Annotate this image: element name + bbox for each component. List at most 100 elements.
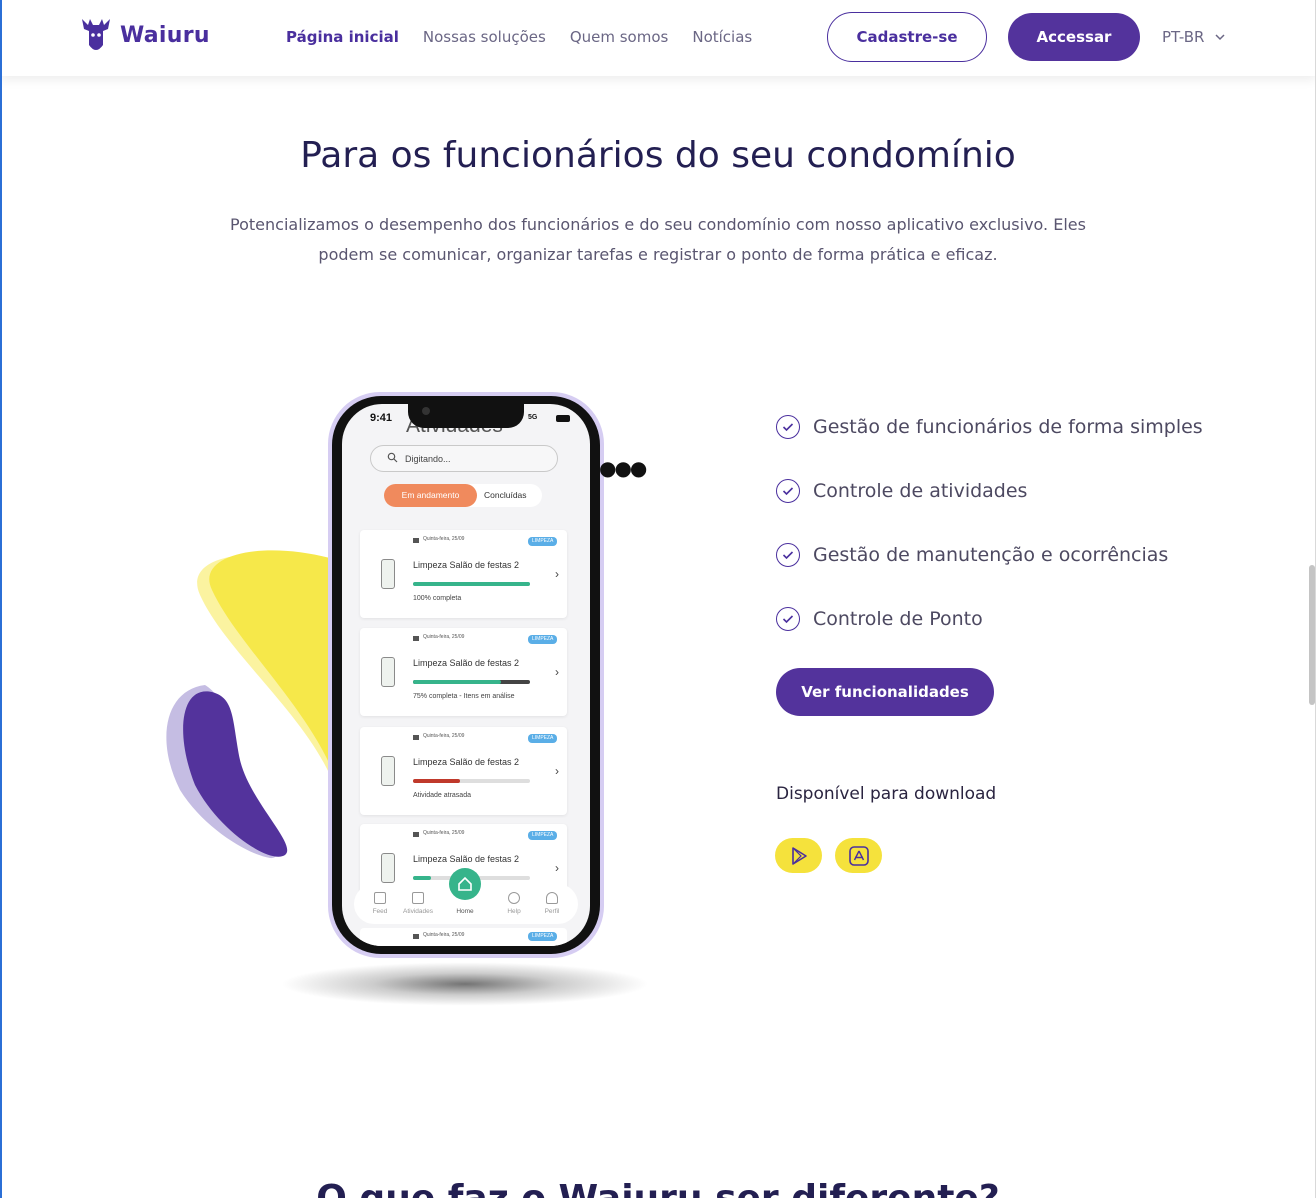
calendar-icon	[413, 735, 419, 740]
chevron-right-icon: ›	[555, 665, 559, 679]
feature-text: Gestão de funcionários de forma simples	[813, 416, 1203, 438]
feature-list: Gestão de funcionários de forma simples …	[776, 412, 1203, 668]
activity-card-peek: Quinta-feira, 25/09 LIMPEZA	[360, 928, 567, 946]
app-store-icon	[848, 845, 869, 866]
feature-text: Gestão de manutenção e ocorrências	[813, 544, 1169, 566]
status-time: 9:41	[370, 412, 393, 424]
card-title: Limpeza Salão de festas 2	[413, 658, 520, 668]
main-nav: Página inicial Nossas soluções Quem somo…	[286, 28, 752, 46]
check-circle-icon	[776, 415, 800, 439]
login-button[interactable]: Accessar	[1008, 13, 1140, 61]
left-edge-line	[0, 0, 2, 1198]
google-play-icon	[791, 846, 807, 865]
phone-screen: Atividades 9:41 5G Digitando... Em andam…	[342, 404, 590, 946]
signup-button[interactable]: Cadastre-se	[827, 12, 987, 62]
segment-completed: Concluídas	[484, 490, 527, 500]
feed-icon	[374, 892, 386, 904]
card-date: Quinta-feira, 25/09	[423, 733, 465, 739]
segment-in-progress: Em andamento	[384, 484, 477, 507]
feature-item: Controle de atividades	[776, 476, 1203, 506]
card-badge: LIMPEZA	[528, 635, 558, 644]
tab-help: Help	[507, 908, 521, 915]
calendar-icon	[413, 538, 419, 543]
tab-activities: Atividades	[403, 908, 433, 915]
activity-card: Quinta-feira, 25/09 LIMPEZA Limpeza Salão …	[360, 727, 567, 815]
card-date: Quinta-feira, 25/09	[423, 830, 465, 836]
activities-icon	[412, 892, 424, 904]
feature-text: Controle de atividades	[813, 480, 1028, 502]
card-badge: LIMPEZA	[528, 932, 558, 941]
progress-fill	[413, 582, 530, 586]
see-features-button[interactable]: Ver funcionalidades	[776, 668, 994, 716]
typing-dots: ●●●	[599, 456, 647, 480]
feature-item: Gestão de funcionários de forma simples	[776, 412, 1203, 442]
profile-icon	[546, 892, 558, 904]
app-search-input: Digitando...	[370, 445, 558, 472]
section-subtitle: Potencializamos o desempenho dos funcion…	[230, 215, 1086, 264]
card-status: 100% completa	[413, 595, 462, 602]
tab-home: Home	[456, 908, 474, 915]
decorative-blobs	[166, 550, 330, 859]
tab-profile: Perfil	[544, 908, 560, 915]
progress-fill	[413, 876, 431, 880]
section-title: Para os funcionários do seu condomínio	[300, 135, 1016, 176]
logo[interactable]: Waiuru	[78, 15, 210, 55]
status-network: 5G	[528, 414, 538, 421]
card-title: Limpeza Salão de festas 2	[413, 854, 520, 864]
phone-shadow	[280, 962, 650, 1006]
phone-camera	[422, 407, 430, 415]
chevron-right-icon: ›	[555, 567, 559, 581]
calendar-icon	[413, 636, 419, 641]
calendar-icon	[413, 832, 419, 837]
card-date: Quinta-feira, 25/09	[423, 634, 465, 640]
calendar-icon	[413, 934, 419, 939]
app-store-button[interactable]	[835, 838, 882, 873]
card-badge: LIMPEZA	[528, 831, 558, 840]
check-circle-icon	[776, 543, 800, 567]
progress-track	[413, 582, 530, 586]
progress-track	[413, 680, 530, 684]
check-circle-icon	[776, 607, 800, 631]
logo-text: Waiuru	[120, 22, 210, 48]
next-section-title: O que faz o Waiuru ser diferente?	[0, 1178, 1316, 1198]
nav-about[interactable]: Quem somos	[570, 28, 669, 46]
app-segment-control: Em andamento Concluídas	[384, 484, 542, 507]
activity-card: Quinta-feira, 25/09 LIMPEZA Limpeza Salão …	[360, 628, 567, 716]
chevron-right-icon: ›	[555, 861, 559, 875]
phone-thumbnail-icon	[381, 756, 395, 786]
card-title: Limpeza Salão de festas 2	[413, 560, 520, 570]
home-icon	[458, 876, 472, 891]
phone-thumbnail-icon	[381, 657, 395, 687]
nav-home[interactable]: Página inicial	[286, 28, 399, 46]
help-icon	[508, 892, 520, 904]
card-status: Atividade atrasada	[413, 792, 471, 799]
chevron-right-icon: ›	[555, 764, 559, 778]
card-badge: LIMPEZA	[528, 537, 558, 546]
battery-icon	[556, 415, 570, 422]
progress-fill	[413, 779, 460, 783]
scrollbar-thumb[interactable]	[1309, 565, 1315, 705]
language-label: PT-BR	[1162, 28, 1205, 46]
progress-track	[413, 779, 530, 783]
site-header: Waiuru Página inicial Nossas soluções Qu…	[0, 0, 1316, 76]
activity-card: Quinta-feira, 25/09 LIMPEZA Limpeza Salão …	[360, 530, 567, 618]
feature-item: Controle de Ponto	[776, 604, 1203, 634]
search-icon	[387, 452, 398, 463]
tab-feed: Feed	[372, 908, 388, 915]
nav-solutions[interactable]: Nossas soluções	[423, 28, 546, 46]
download-label: Disponível para download	[776, 784, 997, 804]
card-date: Quinta-feira, 25/09	[423, 932, 465, 938]
app-search-placeholder: Digitando...	[405, 454, 451, 464]
nav-news[interactable]: Notícias	[692, 28, 752, 46]
feature-text: Controle de Ponto	[813, 608, 983, 630]
home-tab-button	[449, 868, 481, 900]
language-selector[interactable]: PT-BR	[1162, 28, 1226, 46]
phone-thumbnail-icon	[381, 559, 395, 589]
feature-item: Gestão de manutenção e ocorrências	[776, 540, 1203, 570]
card-title: Limpeza Salão de festas 2	[413, 757, 520, 767]
card-date: Quinta-feira, 25/09	[423, 536, 465, 542]
card-badge: LIMPEZA	[528, 734, 558, 743]
progress-fill	[413, 680, 501, 684]
google-play-button[interactable]	[775, 838, 822, 873]
card-status: 75% completa - Itens em análise	[413, 693, 515, 700]
